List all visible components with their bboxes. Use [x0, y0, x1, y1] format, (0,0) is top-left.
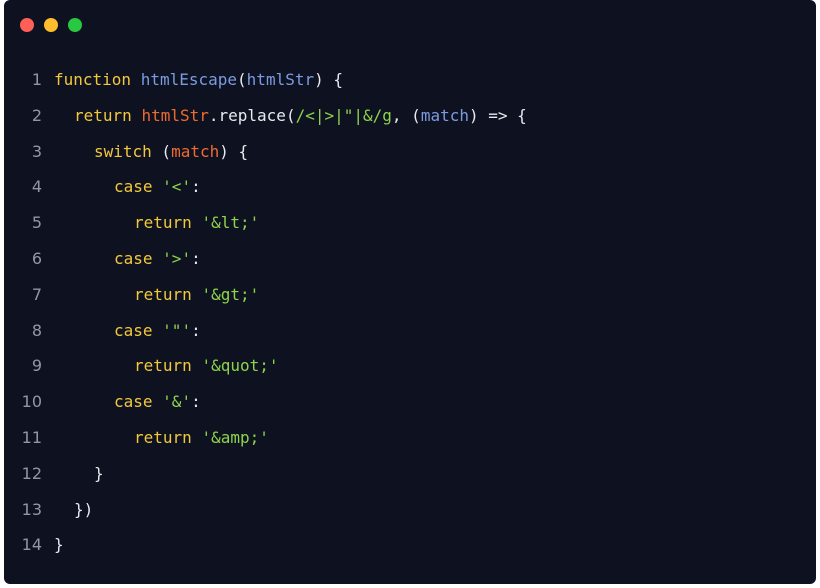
code-line: 6 case '>': [4, 241, 816, 277]
line-number: 11 [21, 427, 42, 447]
code-content: case '>': [50, 241, 201, 277]
code-token: : [191, 248, 201, 268]
code-block: 1 function htmlEscape(htmlStr) {2 return h… [4, 62, 816, 563]
code-line: 7 return '&gt;' [4, 277, 816, 313]
line-number: 10 [21, 392, 42, 412]
code-line: 2 return htmlStr.replace(/<|>|"|&/g, (mat… [4, 98, 816, 134]
code-content: switch (match) { [50, 134, 248, 170]
code-token: : [191, 320, 201, 340]
close-icon[interactable] [20, 18, 34, 32]
code-token: return [74, 105, 132, 125]
zoom-icon[interactable] [68, 18, 82, 32]
line-number: 9 [31, 356, 42, 376]
code-content: return '&amp;' [50, 420, 269, 456]
line-number: 6 [31, 248, 42, 268]
code-content: return '&lt;' [50, 205, 259, 241]
code-token: return [134, 427, 192, 447]
code-token: case [114, 320, 153, 340]
code-token: case [114, 392, 153, 412]
code-content: case '"': [50, 313, 201, 349]
code-content: } [50, 456, 104, 492]
line-number: 2 [31, 105, 42, 125]
code-token: switch [94, 141, 152, 161]
code-token: '&lt;' [201, 213, 260, 233]
code-token: match [171, 141, 220, 161]
code-line: 10 case '&': [4, 384, 816, 420]
code-line: 9 return '&quot;' [4, 348, 816, 384]
code-line: 13}) [4, 492, 816, 528]
code-token: return [134, 356, 192, 376]
code-token: : [191, 177, 201, 197]
code-line: 1 function htmlEscape(htmlStr) { [4, 62, 816, 98]
code-token: ) { [219, 141, 249, 161]
code-token: '<' [162, 177, 192, 197]
line-number: 13 [21, 499, 42, 519]
code-token: } [94, 463, 104, 483]
code-token: } [54, 535, 64, 555]
window-titlebar [4, 0, 816, 50]
code-content: }) [50, 492, 93, 528]
line-number: 12 [21, 463, 42, 483]
line-number: 5 [31, 213, 42, 233]
line-number: 1 [31, 70, 42, 89]
code-token: htmlStr [141, 105, 209, 125]
code-line: 5 return '&lt;' [4, 205, 816, 241]
code-line: 11 return '&amp;' [4, 420, 816, 456]
code-content: return '&gt;' [50, 277, 259, 313]
code-token: }) [74, 499, 94, 519]
code-content: return htmlStr.replace(/<|>|"|&/g, (matc… [50, 98, 527, 134]
code-line: 14} [4, 527, 816, 563]
line-number: 3 [31, 141, 42, 161]
code-token: '>' [162, 248, 192, 268]
code-token: case [114, 248, 153, 268]
line-number: 8 [31, 320, 42, 340]
code-token: htmlStr [246, 70, 315, 89]
code-line: 4 case '<': [4, 169, 816, 205]
code-line: 8 case '"': [4, 313, 816, 349]
code-token: '&gt;' [201, 284, 260, 304]
code-token: '"' [162, 320, 192, 340]
code-token: function [54, 70, 132, 89]
code-content: return '&quot;' [50, 348, 279, 384]
code-token: case [114, 177, 153, 197]
code-token: ) => { [468, 105, 527, 125]
code-content: case '&': [50, 384, 201, 420]
code-token: htmlEscape [140, 70, 238, 89]
code-content: case '<': [50, 169, 201, 205]
code-content: function htmlEscape(htmlStr) { [50, 62, 343, 98]
code-token: '&amp;' [201, 427, 269, 447]
code-content: } [50, 527, 64, 563]
code-token: , ( [391, 105, 421, 125]
code-token: ) { [314, 70, 344, 89]
code-token: return [134, 213, 192, 233]
code-token: .replace( [208, 105, 296, 125]
code-token: ( [237, 70, 247, 89]
code-line: 12} [4, 456, 816, 492]
code-token: ( [151, 141, 172, 161]
code-line: 3 switch (match) { [4, 134, 816, 170]
line-number: 4 [31, 177, 42, 197]
code-window: 1 function htmlEscape(htmlStr) {2 return h… [4, 0, 816, 584]
line-number: 7 [31, 284, 42, 304]
code-token: match [420, 105, 469, 125]
code-token: /<|>|"|&/g [295, 105, 392, 125]
minimize-icon[interactable] [44, 18, 58, 32]
code-token: '&' [162, 392, 192, 412]
code-token: : [191, 392, 201, 412]
line-number: 14 [21, 535, 42, 555]
code-token: '&quot;' [201, 356, 279, 376]
code-token: return [134, 284, 192, 304]
